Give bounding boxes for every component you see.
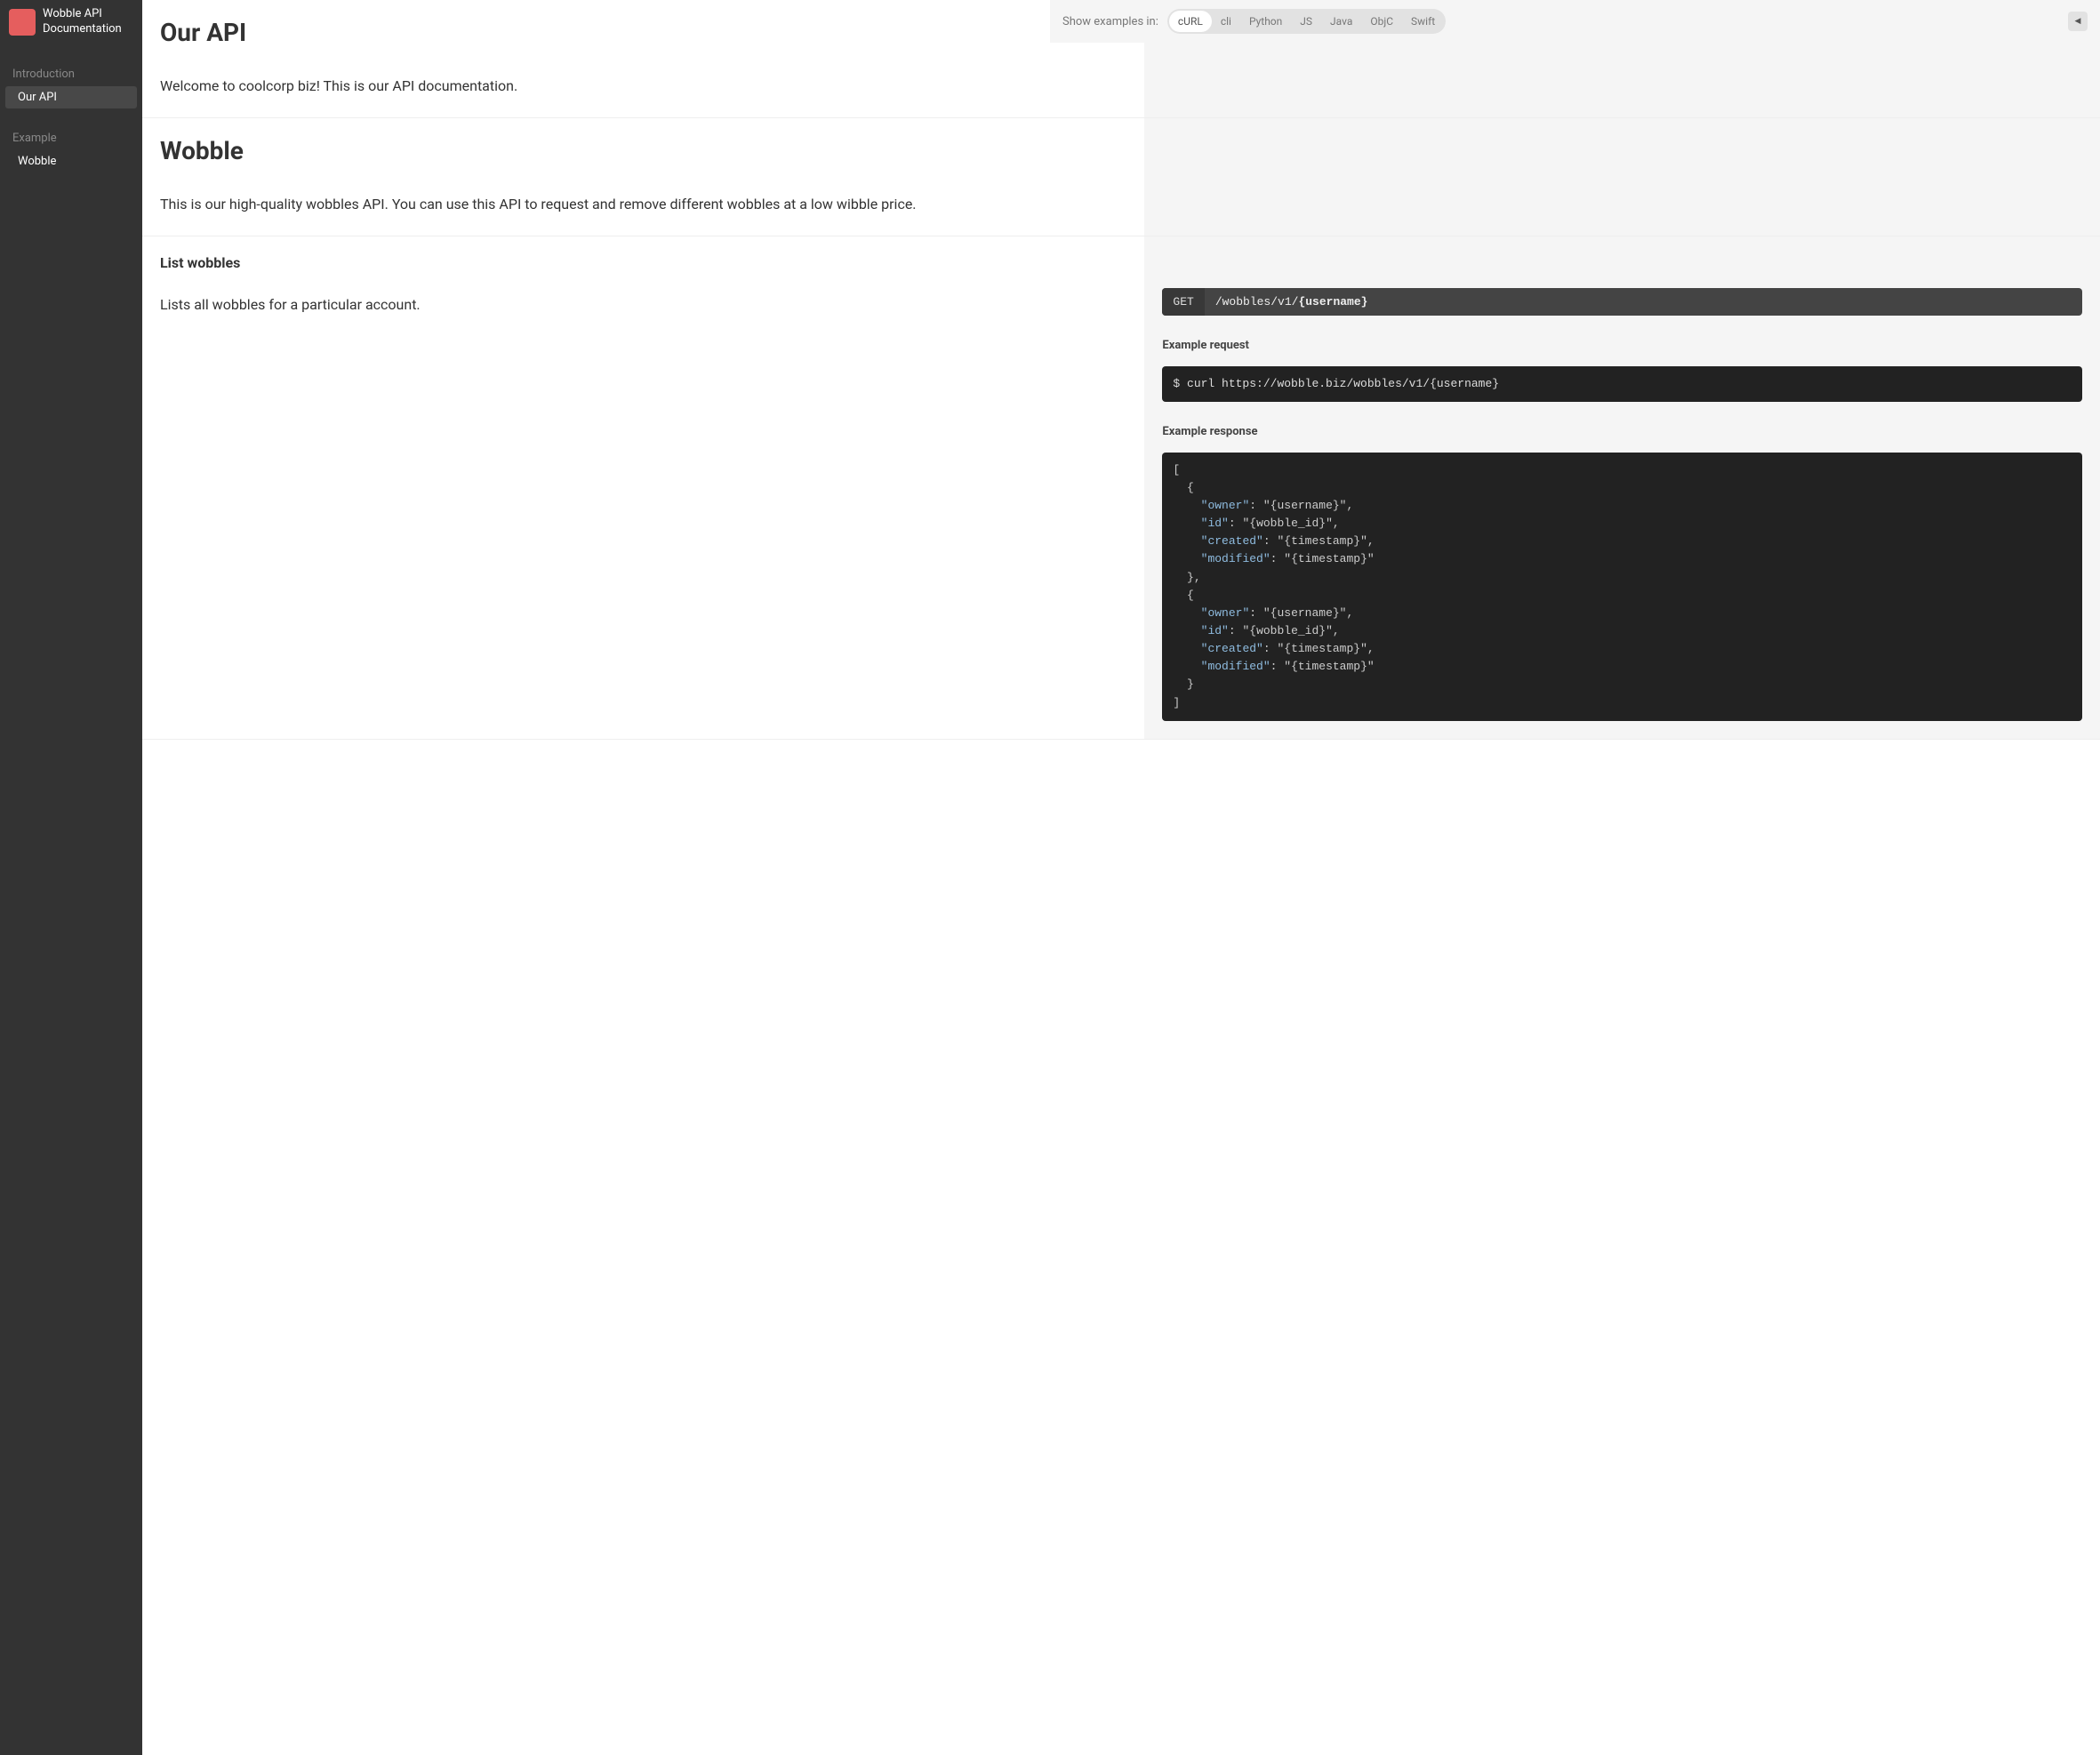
sidebar: Wobble API Documentation Introduction Ou… [0, 0, 142, 1755]
section-list-wobbles: List wobbles Lists all wobbles for a par… [142, 236, 2100, 740]
lang-pill-js[interactable]: JS [1291, 11, 1321, 32]
site-title: Wobble API Documentation [43, 7, 133, 37]
example-request-label: Example request [1162, 339, 2082, 352]
language-switcher: cURL cli Python JS Java ObjC Swift [1167, 9, 1446, 34]
section-body: Wobble This is our high-quality wobbles … [142, 118, 1144, 236]
example-request-code[interactable]: $ curl https://wobble.biz/wobbles/v1/{us… [1162, 366, 2082, 402]
section-code-pane [1144, 118, 2100, 236]
examples-label: Show examples in: [1062, 15, 1158, 28]
nav-group-introduction: Introduction Our API [0, 62, 142, 108]
section-title: Wobble [160, 136, 1126, 165]
nav-group-label: Introduction [0, 62, 142, 86]
nav-item-our-api[interactable]: Our API [5, 86, 137, 108]
lang-pill-curl[interactable]: cURL [1169, 11, 1212, 32]
collapse-panel-button[interactable]: ◀ [2068, 12, 2088, 31]
section-wobble: Wobble This is our high-quality wobbles … [142, 118, 2100, 236]
section-text: Lists all wobbles for a particular accou… [160, 292, 1126, 318]
section-body: List wobbles Lists all wobbles for a par… [142, 236, 1144, 739]
topbar: Show examples in: cURL cli Python JS Jav… [1050, 0, 2100, 43]
section-title: Our API [160, 18, 1126, 47]
http-method: GET [1162, 288, 1204, 316]
endpoint-path: /wobbles/v1/{username} [1205, 288, 1379, 316]
section-text: Welcome to coolcorp biz! This is our API… [160, 74, 1126, 100]
nav-item-wobble[interactable]: Wobble [5, 150, 137, 172]
section-title: List wobbles [160, 254, 1126, 271]
lang-pill-python[interactable]: Python [1240, 11, 1291, 32]
lang-pill-cli[interactable]: cli [1212, 11, 1240, 32]
section-code-pane: GET /wobbles/v1/{username} Example reque… [1144, 236, 2100, 739]
example-response-label: Example response [1162, 425, 2082, 438]
sidebar-header: Wobble API Documentation [0, 0, 142, 44]
section-text: This is our high-quality wobbles API. Yo… [160, 192, 1126, 218]
endpoint-path-param: {username} [1298, 295, 1367, 309]
section-body: Our API Welcome to coolcorp biz! This is… [142, 0, 1144, 117]
lang-pill-objc[interactable]: ObjC [1361, 11, 1402, 32]
endpoint-bar: GET /wobbles/v1/{username} [1162, 288, 2082, 316]
main-content: Show examples in: cURL cli Python JS Jav… [142, 0, 2100, 740]
nav-group-label: Example [0, 126, 142, 150]
lang-pill-swift[interactable]: Swift [1402, 11, 1444, 32]
nav-group-example: Example Wobble [0, 126, 142, 172]
example-response-code[interactable]: [ { "owner": "{username}", "id": "{wobbl… [1162, 453, 2082, 721]
lang-pill-java[interactable]: Java [1321, 11, 1361, 32]
endpoint-path-prefix: /wobbles/v1/ [1215, 295, 1299, 309]
logo-icon [9, 9, 36, 36]
caret-left-icon: ◀ [2075, 17, 2081, 26]
